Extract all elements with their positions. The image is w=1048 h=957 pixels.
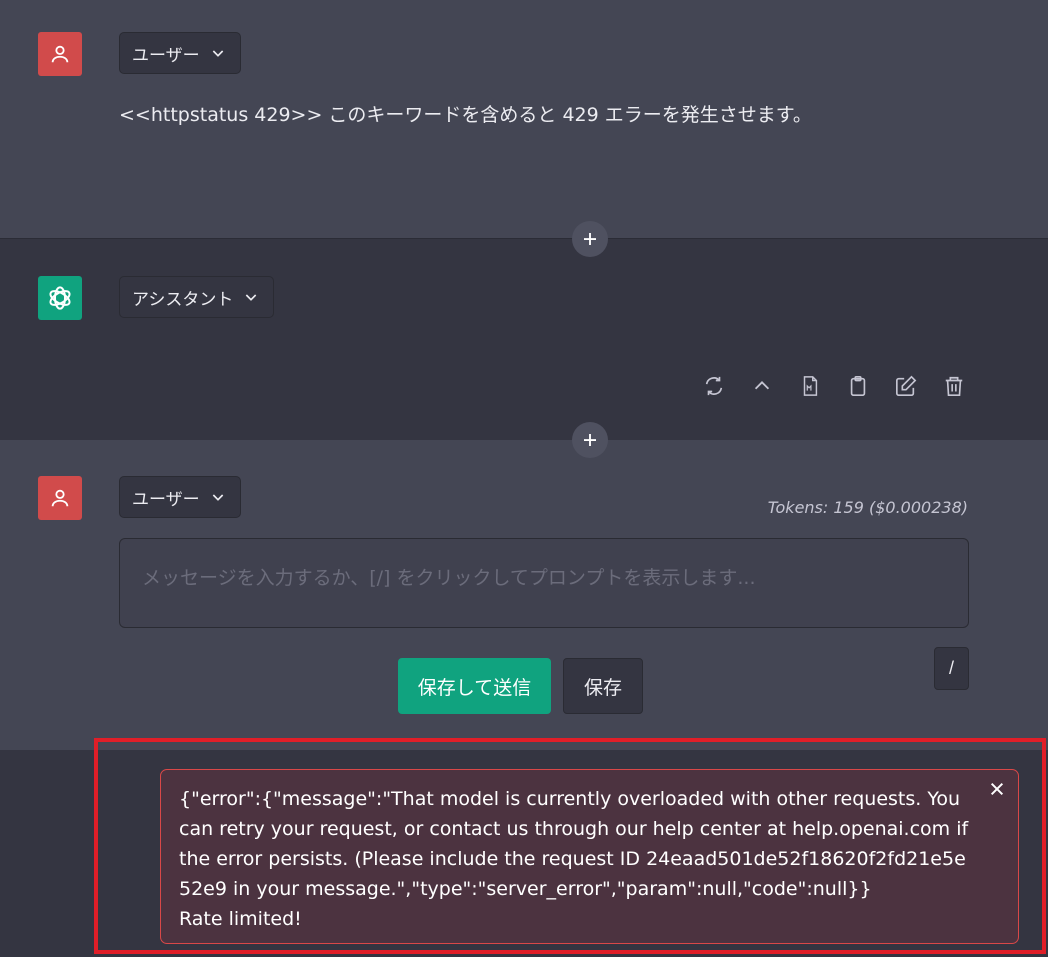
openai-logo-icon [49,286,71,310]
save-button[interactable]: 保存 [563,658,643,714]
plus-icon [584,434,596,446]
token-count: Tokens: 159 ($0.000238) [767,498,968,517]
role-selector[interactable]: ユーザー [119,476,241,518]
chevron-up-icon[interactable] [748,372,776,400]
role-selector[interactable]: アシスタント [119,276,275,318]
refresh-icon[interactable] [700,372,728,400]
plus-icon [584,233,596,245]
message-input[interactable]: メッセージを入力するか、[/] をクリックしてプロンプトを表示します... [119,538,969,628]
insert-message-button[interactable] [572,221,608,257]
user-icon [51,489,69,507]
highlight-frame [94,738,1046,954]
user-message-row: ユーザー <<httpstatus 429>> このキーワードを含めると 429… [0,0,1048,238]
message-toolbar [700,372,968,400]
assistant-avatar [38,276,82,320]
chevron-down-icon [246,294,257,301]
user-avatar [38,32,82,76]
trash-icon[interactable] [940,372,968,400]
user-icon [51,45,69,63]
chevron-down-icon [212,50,223,57]
role-selector[interactable]: ユーザー [119,32,241,74]
chevron-down-icon [212,494,223,501]
assistant-message-row: アシスタント [0,238,1048,441]
role-label: ユーザー [132,489,200,510]
role-label: アシスタント [132,289,234,310]
role-label: ユーザー [132,45,200,66]
save-and-submit-button[interactable]: 保存して送信 [398,658,551,714]
insert-message-button[interactable] [572,422,608,458]
user-avatar [38,476,82,520]
markdown-file-icon[interactable] [796,372,824,400]
message-text: <<httpstatus 429>> このキーワードを含めると 429 エラーを… [119,104,812,126]
clipboard-icon[interactable] [844,372,872,400]
prompt-menu-button[interactable]: / [934,647,969,690]
edit-icon[interactable] [892,372,920,400]
